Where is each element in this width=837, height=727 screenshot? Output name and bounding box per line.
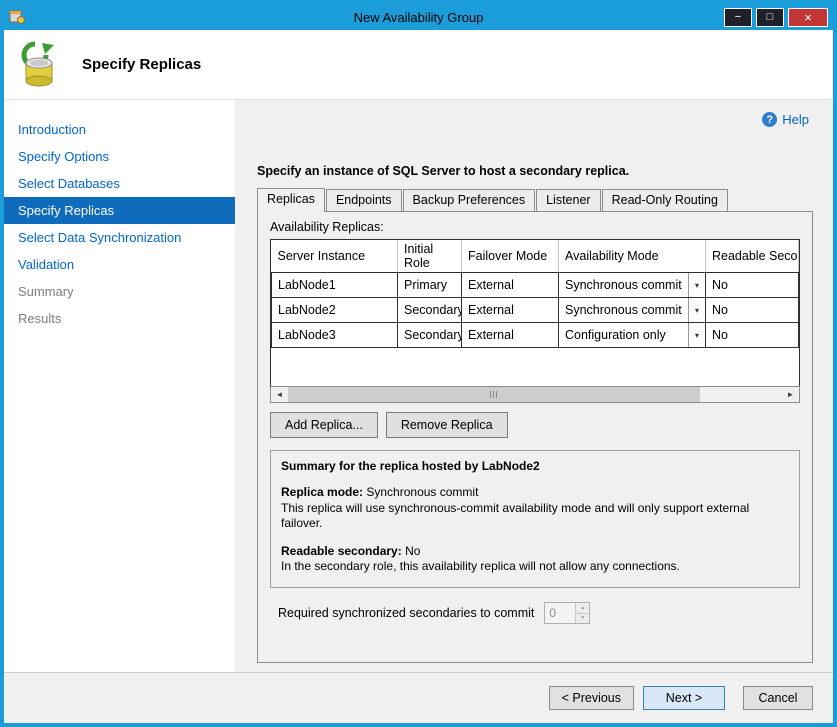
availability-mode-dropdown[interactable]: Configuration only ▾ [559, 323, 705, 347]
sidebar-item-results: Results [4, 305, 235, 332]
col-header-server-instance: Server Instance [272, 240, 398, 273]
app-icon [9, 9, 25, 25]
table-row: LabNode2 Secondary External Synchronous … [272, 298, 799, 323]
tab-endpoints[interactable]: Endpoints [326, 189, 402, 211]
col-header-readable-secondary: Readable Secondary [706, 240, 799, 273]
instruction-text: Specify an instance of SQL Server to hos… [257, 164, 813, 178]
help-label: Help [782, 112, 809, 127]
remove-replica-button[interactable]: Remove Replica [386, 412, 508, 438]
tab-listener[interactable]: Listener [536, 189, 600, 211]
sidebar-item-select-databases[interactable]: Select Databases [4, 170, 235, 197]
availability-replicas-grid: Server Instance Initial Role Failover Mo… [270, 239, 800, 386]
sidebar-item-summary: Summary [4, 278, 235, 305]
required-secondaries-spinner: ▲ ▼ [544, 602, 590, 624]
replica-mode-value: Synchronous commit [366, 485, 478, 499]
sidebar-item-specify-options[interactable]: Specify Options [4, 143, 235, 170]
grid-header-row: Server Instance Initial Role Failover Mo… [272, 240, 799, 273]
maximize-button[interactable]: □ [756, 8, 784, 27]
wizard-steps-sidebar: Introduction Specify Options Select Data… [4, 100, 235, 672]
initial-role-cell: Secondary [398, 298, 462, 323]
chevron-down-icon: ▾ [688, 273, 705, 297]
replica-mode-line: Replica mode: Synchronous commit [281, 485, 789, 501]
availability-replicas-label: Availability Replicas: [270, 220, 800, 234]
sidebar-item-select-data-synchronization[interactable]: Select Data Synchronization [4, 224, 235, 251]
replica-mode-label: Replica mode: [281, 485, 363, 499]
tab-replicas[interactable]: Replicas [257, 188, 325, 212]
cancel-button[interactable]: Cancel [743, 686, 813, 710]
server-instance-cell: LabNode3 [272, 323, 398, 348]
availability-mode-dropdown[interactable]: Synchronous commit ▾ [559, 273, 705, 297]
availability-group-icon [18, 41, 64, 89]
col-header-failover-mode: Failover Mode [462, 240, 559, 273]
readable-secondary-value: No [405, 544, 420, 558]
scroll-left-icon[interactable]: ◄ [271, 387, 288, 402]
wizard-body: Introduction Specify Options Select Data… [4, 100, 833, 672]
spinner-up-icon: ▲ [576, 603, 589, 614]
failover-mode-cell: External [462, 273, 559, 298]
window-controls: − □ × [724, 8, 828, 27]
window-title: New Availability Group [4, 10, 833, 25]
titlebar[interactable]: New Availability Group − □ × [4, 4, 833, 30]
server-instance-cell: LabNode1 [272, 273, 398, 298]
readable-secondary-description: In the secondary role, this availability… [281, 559, 789, 575]
replicas-tab-panel: Availability Replicas: Server Instance I… [257, 211, 813, 663]
availability-mode-dropdown[interactable]: Synchronous commit ▾ [559, 298, 705, 322]
readable-secondary-label: Readable secondary: [281, 544, 402, 558]
scroll-right-icon[interactable]: ► [782, 387, 799, 402]
initial-role-cell: Secondary [398, 323, 462, 348]
required-secondaries-label: Required synchronized secondaries to com… [278, 606, 534, 620]
help-icon: ? [762, 112, 777, 127]
spinner-arrows: ▲ ▼ [575, 603, 589, 623]
chevron-down-icon: ▾ [688, 323, 705, 347]
required-secondaries-input [545, 603, 575, 623]
failover-mode-cell: External [462, 298, 559, 323]
failover-mode-cell: External [462, 323, 559, 348]
minimize-button[interactable]: − [724, 8, 752, 27]
previous-button[interactable]: < Previous [549, 686, 634, 710]
tab-read-only-routing[interactable]: Read-Only Routing [602, 189, 728, 211]
wizard-header: Specify Replicas [4, 30, 833, 100]
help-link[interactable]: ? Help [762, 112, 809, 127]
page-title: Specify Replicas [82, 56, 201, 73]
availability-mode-cell: Synchronous commit ▾ [559, 273, 706, 298]
readable-secondary-cell: No [706, 273, 799, 298]
summary-title: Summary for the replica hosted by LabNod… [281, 459, 789, 473]
col-header-availability-mode: Availability Mode [559, 240, 706, 273]
close-button[interactable]: × [788, 8, 828, 27]
availability-mode-cell: Synchronous commit ▾ [559, 298, 706, 323]
dropdown-value: Configuration only [559, 328, 688, 342]
scrollbar-track [700, 387, 782, 402]
main-content: ? Help Specify an instance of SQL Server… [235, 100, 833, 672]
spinner-down-icon: ▼ [576, 614, 589, 624]
tabstrip: Replicas Endpoints Backup Preferences Li… [257, 188, 813, 211]
readable-secondary-cell: No [706, 298, 799, 323]
chevron-down-icon: ▾ [688, 298, 705, 322]
table-row: LabNode3 Secondary External Configuratio… [272, 323, 799, 348]
horizontal-scrollbar[interactable]: ◄ ► [270, 386, 800, 403]
replica-mode-description: This replica will use synchronous-commit… [281, 501, 789, 532]
dropdown-value: Synchronous commit [559, 278, 688, 292]
replica-summary-box: Summary for the replica hosted by LabNod… [270, 450, 800, 588]
dropdown-value: Synchronous commit [559, 303, 688, 317]
availability-mode-cell: Configuration only ▾ [559, 323, 706, 348]
add-replica-button[interactable]: Add Replica... [270, 412, 378, 438]
grid-buttons: Add Replica... Remove Replica [270, 412, 800, 438]
wizard-footer: < Previous Next > Cancel [4, 672, 833, 723]
col-header-initial-role: Initial Role [398, 240, 462, 273]
next-button[interactable]: Next > [643, 686, 725, 710]
table-row: LabNode1 Primary External Synchronous co… [272, 273, 799, 298]
sidebar-item-introduction[interactable]: Introduction [4, 116, 235, 143]
sidebar-item-validation[interactable]: Validation [4, 251, 235, 278]
required-secondaries-row: Required synchronized secondaries to com… [278, 602, 800, 624]
tab-backup-preferences[interactable]: Backup Preferences [403, 189, 536, 211]
readable-secondary-cell: No [706, 323, 799, 348]
initial-role-cell: Primary [398, 273, 462, 298]
sidebar-item-specify-replicas[interactable]: Specify Replicas [4, 197, 235, 224]
server-instance-cell: LabNode2 [272, 298, 398, 323]
scrollbar-thumb[interactable] [288, 387, 700, 402]
new-availability-group-window: New Availability Group − □ × Specify Rep… [0, 0, 837, 727]
readable-secondary-line: Readable secondary: No [281, 544, 789, 560]
